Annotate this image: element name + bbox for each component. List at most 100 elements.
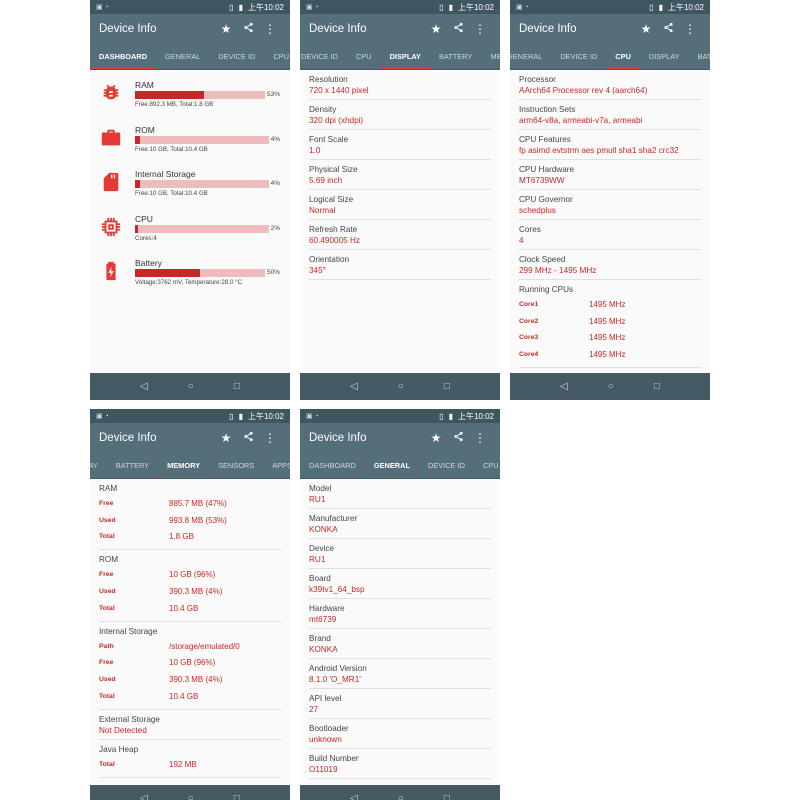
back-icon[interactable]: ◁ <box>140 793 148 800</box>
info-label: Android Version <box>309 664 367 673</box>
status-bar: ▣ ◔ ▯ ▮ 上午10:02 <box>510 0 710 14</box>
recents-icon[interactable]: □ <box>234 793 240 800</box>
info-row: Used 390.3 MB (4%) <box>99 671 281 688</box>
phone-screen: ▣ ◔ ▯ ▮ 上午10:02 Device Info ★ ⋮ DASHBOARD GENE… <box>90 0 290 400</box>
info-item: Device RU1 <box>309 539 491 569</box>
star-icon[interactable]: ★ <box>635 22 657 36</box>
tab-device-id[interactable]: DEVICE ID <box>419 453 474 478</box>
tab-memory[interactable]: MEMORY <box>158 453 210 478</box>
navigation-bar: ◁ ○ □ <box>90 373 290 400</box>
info-value: O11019 <box>309 765 338 774</box>
content-list: Model RU1 Manufacturer KONKA Device RU1 Board k… <box>300 479 500 794</box>
tab-cpu[interactable]: CPU <box>264 44 290 69</box>
info-value: unknown <box>309 735 342 744</box>
info-value: Not Detected <box>99 725 147 735</box>
star-icon[interactable]: ★ <box>215 22 237 36</box>
tab-general[interactable]: GENERAL <box>156 44 209 69</box>
tab-display[interactable]: DISPLAY <box>380 44 431 69</box>
share-icon[interactable] <box>237 22 259 36</box>
row-key: Total <box>99 760 115 768</box>
back-icon[interactable]: ◁ <box>350 793 358 800</box>
home-icon[interactable]: ○ <box>188 381 194 392</box>
tab-battery[interactable]: BATTERY <box>430 44 481 69</box>
more-options-icon[interactable]: ⋮ <box>259 22 281 36</box>
dashboard-card[interactable]: Internal Storage 4% Free:10 GB, Total:10… <box>90 165 290 210</box>
row-key: Core4 <box>519 351 539 359</box>
more-options-icon[interactable]: ⋮ <box>469 431 491 445</box>
notification-icons: ▣ ◔ <box>96 413 109 420</box>
usage-percent: 53% <box>266 91 280 98</box>
info-row: Total 10.4 GB <box>99 688 281 705</box>
back-icon[interactable]: ◁ <box>350 381 358 392</box>
app-title: Device Info <box>519 23 577 35</box>
star-icon[interactable]: ★ <box>425 22 447 36</box>
info-item: Build Number O11019 <box>309 749 491 779</box>
more-options-icon[interactable]: ⋮ <box>679 22 701 36</box>
usage-percent: 2% <box>270 224 280 232</box>
dashboard-card[interactable]: Battery 50% Voltage:3762 mV, Temperature… <box>90 254 290 299</box>
home-icon[interactable]: ○ <box>398 793 404 800</box>
recents-icon[interactable]: □ <box>444 381 450 392</box>
share-icon[interactable] <box>237 431 259 445</box>
info-row: Core1 1495 MHz <box>519 296 701 313</box>
info-label: CPU Governor <box>519 195 573 204</box>
tab-display[interactable]: DISPLAY <box>90 453 107 478</box>
tab-dashboard[interactable]: DASHBOARD <box>300 453 365 478</box>
row-value: 10.4 GB <box>169 692 199 702</box>
tab-apps[interactable]: APPS <box>263 453 290 478</box>
home-icon[interactable]: ○ <box>398 381 404 392</box>
recents-icon[interactable]: □ <box>234 381 240 392</box>
share-icon[interactable] <box>447 431 469 445</box>
info-value: 27 <box>309 705 319 714</box>
tab-cpu[interactable]: CPU <box>606 44 640 69</box>
more-options-icon[interactable]: ⋮ <box>259 431 281 445</box>
dashboard-card[interactable]: CPU 2% Cores:4 <box>90 210 290 255</box>
info-label: Model <box>309 484 332 493</box>
info-item: Internal Storage Path/storage/emulated/0 F… <box>99 622 281 710</box>
back-icon[interactable]: ◁ <box>560 381 568 392</box>
info-item: Board k39tv1_64_bsp <box>309 569 491 599</box>
share-icon[interactable] <box>447 22 469 36</box>
row-key: Total <box>99 533 115 541</box>
tab-device-id[interactable]: DEVICE ID <box>551 44 606 69</box>
back-icon[interactable]: ◁ <box>140 381 148 392</box>
info-item: Orientation 345° <box>309 250 491 280</box>
bug-icon <box>100 82 122 104</box>
tab-general[interactable]: GENERAL <box>510 44 551 69</box>
recents-icon[interactable]: □ <box>444 793 450 800</box>
tab-battery[interactable]: BATTERY <box>689 44 710 69</box>
tab-sensors[interactable]: SENSORS <box>209 453 263 478</box>
tab-cpu[interactable]: CPU <box>474 453 500 478</box>
row-key: Core1 <box>519 300 539 308</box>
share-icon[interactable] <box>657 22 679 36</box>
dashboard-card[interactable]: RAM 53% Free:892.3 MB, Total:1.8 GB <box>90 76 290 121</box>
dashboard-card[interactable]: ROM 4% Free:10 GB, Total:10.4 GB <box>90 121 290 166</box>
star-icon[interactable]: ★ <box>425 431 447 445</box>
info-value: fp asimd evtstrm aes pmull sha1 sha2 crc… <box>519 146 679 155</box>
tab-general[interactable]: GENERAL <box>364 453 420 478</box>
tab-battery[interactable]: BATTERY <box>107 453 158 478</box>
info-label: Resolution <box>309 75 348 84</box>
row-key: Total <box>99 693 115 701</box>
tab-dashboard[interactable]: DASHBOARD <box>90 44 157 69</box>
app-title: Device Info <box>99 432 157 444</box>
row-value: 1495 MHz <box>589 350 626 360</box>
home-icon[interactable]: ○ <box>188 793 194 800</box>
info-value: 60.490005 Hz <box>309 236 360 245</box>
info-row: Free 10 GB (96%) <box>99 655 281 672</box>
tab-cpu[interactable]: CPU <box>347 44 381 69</box>
tab-device-id[interactable]: DEVICE ID <box>209 44 264 69</box>
tab-device-id[interactable]: DEVICE ID <box>300 44 347 69</box>
home-icon[interactable]: ○ <box>608 381 614 392</box>
more-options-icon[interactable]: ⋮ <box>469 22 491 36</box>
recents-icon[interactable]: □ <box>654 381 660 392</box>
app-toolbar: Device Info ★ ⋮ <box>510 14 710 44</box>
star-icon[interactable]: ★ <box>215 431 237 445</box>
info-item: Density 320 dpi (xhdpi) <box>309 100 491 130</box>
content-list: Resolution 720 x 1440 pixel Density 320 dpi… <box>300 70 500 373</box>
tab-display[interactable]: DISPLAY <box>640 44 689 69</box>
info-value: 345° <box>309 266 326 275</box>
info-label: RAM <box>99 484 118 493</box>
info-row: Free 885.7 MB (47%) <box>99 495 281 512</box>
tab-memory[interactable]: MEMORY <box>481 44 500 69</box>
